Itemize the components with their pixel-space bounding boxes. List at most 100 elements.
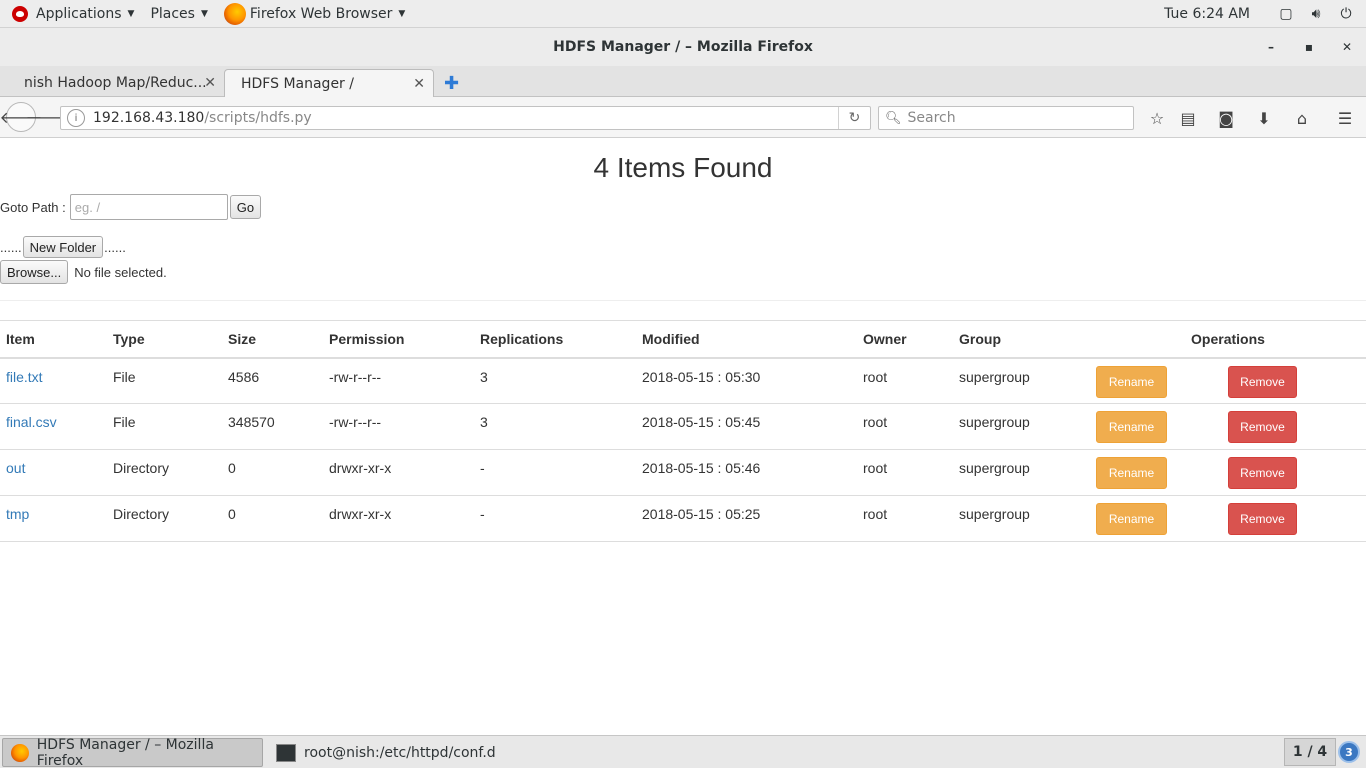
upload-row: Browse... No file selected.	[0, 260, 167, 284]
cell-size: 348570	[222, 403, 323, 450]
cell-modified: 2018-05-15 : 05:30	[636, 357, 857, 404]
goto-path-input[interactable]	[69, 194, 228, 220]
cell-replications: -	[474, 449, 636, 496]
redhat-icon	[12, 5, 28, 22]
taskbar-item-firefox[interactable]: HDFS Manager / – Mozilla Firefox	[2, 737, 263, 768]
remove-button[interactable]: Remove	[1228, 503, 1297, 535]
close-tab-icon[interactable]: ✕	[204, 75, 216, 91]
cell-permission: drwxr-xr-x	[323, 449, 474, 496]
cell-size: 4586	[222, 357, 323, 404]
clock[interactable]: Tue 6:24 AM	[1164, 6, 1250, 22]
cell-group: supergroup	[953, 495, 1090, 542]
minimize-icon[interactable]: –	[1252, 40, 1290, 54]
browse-button[interactable]: Browse...	[0, 260, 69, 284]
hamburger-menu-icon[interactable]: ☰	[1333, 106, 1357, 130]
page-title: 4 Items Found	[593, 152, 773, 183]
column-header-size: Size	[222, 320, 323, 359]
window-icon[interactable]: ▢	[1276, 4, 1296, 24]
cell-type: File	[107, 357, 222, 404]
remove-button[interactable]: Remove	[1228, 411, 1297, 443]
item-link[interactable]: out	[6, 460, 25, 476]
column-header-replications: Replications	[474, 320, 636, 359]
home-icon[interactable]: ⌂	[1290, 106, 1314, 130]
pocket-icon[interactable]: ◙	[1214, 106, 1238, 130]
active-app-label: Firefox Web Browser	[249, 5, 393, 22]
cell-size: 0	[222, 495, 323, 542]
forward-button[interactable]: 🡒	[26, 106, 69, 128]
files-table: Item Type Size Permission Replications M…	[0, 320, 1366, 542]
goto-path-row: Goto Path : Go	[0, 194, 262, 220]
url-host: 192.168.43.180	[93, 110, 205, 126]
dots-right: ......	[104, 239, 126, 255]
remove-button[interactable]: Remove	[1228, 365, 1297, 398]
column-header-operations: Operations	[1090, 320, 1366, 359]
cell-type: Directory	[107, 449, 222, 496]
cell-replications: 3	[474, 403, 636, 450]
rename-button[interactable]: Rename	[1096, 411, 1167, 443]
url-path: /scripts/hdfs.py	[204, 110, 312, 126]
download-icon[interactable]: ⬇	[1252, 106, 1276, 130]
cell-group: supergroup	[953, 449, 1090, 496]
go-button[interactable]: Go	[229, 195, 262, 219]
tab-bar: nish Hadoop Map/Reduc... ✕ HDFS Manager …	[0, 66, 1366, 97]
table-row: out Directory 0 drwxr-xr-x - 2018-05-15 …	[0, 449, 1366, 496]
item-link[interactable]: tmp	[6, 506, 29, 522]
cell-permission: -rw-r--r--	[323, 357, 474, 404]
reading-list-icon[interactable]: ▤	[1176, 106, 1200, 130]
tab-hdfs-manager[interactable]: HDFS Manager / ✕	[224, 69, 434, 97]
column-header-type: Type	[107, 320, 222, 359]
file-status: No file selected.	[74, 264, 167, 280]
cell-group: supergroup	[953, 357, 1090, 404]
reload-icon[interactable]: ↻	[838, 107, 870, 129]
bookmark-star-icon[interactable]: ☆	[1145, 106, 1169, 130]
cell-permission: -rw-r--r--	[323, 403, 474, 450]
close-tab-icon[interactable]: ✕	[413, 76, 425, 92]
active-app-menu[interactable]: Firefox Web Browser ▼	[216, 0, 413, 28]
maximize-icon[interactable]: ▪	[1290, 40, 1328, 54]
taskbar-item-terminal[interactable]: root@nish:/etc/httpd/conf.d	[268, 738, 528, 767]
column-header-permission: Permission	[323, 320, 474, 359]
rename-button[interactable]: Rename	[1096, 365, 1167, 398]
new-folder-row: ...... New Folder ......	[0, 236, 126, 258]
places-label: Places	[150, 5, 195, 22]
window-title: HDFS Manager / – Mozilla Firefox	[553, 39, 813, 55]
remove-button[interactable]: Remove	[1228, 457, 1297, 489]
notification-badge[interactable]: 3	[1338, 741, 1360, 763]
new-folder-button[interactable]: New Folder	[22, 236, 104, 258]
applications-menu[interactable]: Applications ▼	[0, 0, 142, 28]
tab-label: nish Hadoop Map/Reduc...	[24, 75, 207, 91]
cell-group: supergroup	[953, 403, 1090, 450]
item-link[interactable]: final.csv	[6, 414, 57, 430]
taskbar: HDFS Manager / – Mozilla Firefox root@ni…	[0, 735, 1366, 768]
table-header-row: Item Type Size Permission Replications M…	[0, 320, 1366, 359]
cell-owner: root	[857, 495, 953, 542]
new-tab-icon[interactable]: ✚	[444, 73, 459, 94]
column-header-item: Item	[0, 320, 107, 359]
cell-replications: 3	[474, 357, 636, 404]
places-menu[interactable]: Places ▼	[142, 0, 215, 28]
info-icon[interactable]: i	[67, 109, 85, 127]
cell-modified: 2018-05-15 : 05:25	[636, 495, 857, 542]
cell-modified: 2018-05-15 : 05:45	[636, 403, 857, 450]
power-menu-icon[interactable]: ⏻	[1336, 4, 1356, 24]
cell-size: 0	[222, 449, 323, 496]
workspace-indicator[interactable]: 1 / 4	[1284, 738, 1336, 766]
firefox-icon	[223, 2, 246, 25]
table-row: final.csv File 348570 -rw-r--r-- 3 2018-…	[0, 403, 1366, 450]
column-header-owner: Owner	[857, 320, 953, 359]
cell-type: File	[107, 403, 222, 450]
rename-button[interactable]: Rename	[1096, 457, 1167, 489]
applications-label: Applications	[36, 5, 122, 22]
tab-hadoop[interactable]: nish Hadoop Map/Reduc... ✕	[8, 69, 224, 97]
terminal-icon	[276, 743, 296, 762]
chevron-down-icon: ▼	[398, 8, 406, 19]
search-placeholder: Search	[907, 110, 956, 126]
url-bar[interactable]: i 192.168.43.180/scripts/hdfs.py ↻	[60, 106, 871, 130]
item-link[interactable]: file.txt	[6, 369, 43, 385]
cell-owner: root	[857, 403, 953, 450]
rename-button[interactable]: Rename	[1096, 503, 1167, 535]
search-input[interactable]: 🔍︎ Search	[878, 106, 1134, 130]
volume-icon[interactable]: 🔊︎	[1306, 4, 1326, 24]
close-icon[interactable]: ✕	[1328, 40, 1366, 54]
window-title-bar: HDFS Manager / – Mozilla Firefox – ▪ ✕	[0, 28, 1366, 66]
